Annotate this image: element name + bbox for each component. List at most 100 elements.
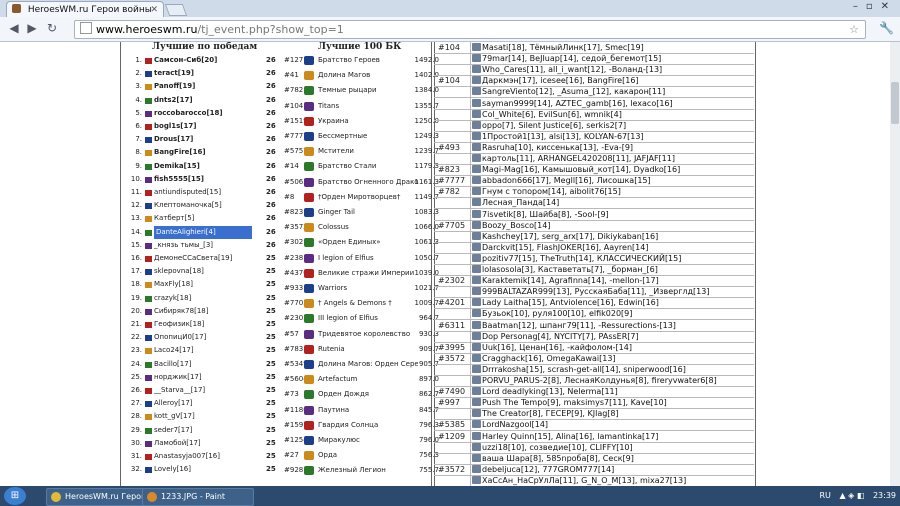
battle-players[interactable]: Lady Laitha[15], Antviolence[16], Edwin[… [470, 297, 756, 308]
clan-id[interactable]: #5757 [284, 145, 320, 158]
clan-id[interactable]: #2303 [284, 312, 320, 325]
clan-name-link[interactable]: Warriors [318, 284, 418, 293]
battle-player-list[interactable]: Drrrakosha[15], scrash-get-all[14], snip… [482, 365, 686, 374]
battle-clan-id[interactable] [434, 363, 471, 375]
clan-name-link[interactable]: «Орден Единых» [318, 238, 418, 247]
reload-icon[interactable]: ↻ [44, 21, 60, 35]
battle-clan-id[interactable]: #1209 [434, 430, 471, 442]
battle-clan-id[interactable]: #2302 [434, 275, 471, 287]
clan-id[interactable]: #5063 [284, 176, 320, 189]
clan-id[interactable]: #7705 [284, 297, 320, 310]
battle-clan-id[interactable] [434, 264, 471, 275]
battle-players[interactable]: ХаСсАн_НаСрУлЛа[11], G_N_O_M[13], mixa27… [470, 475, 756, 486]
battle-clan-id[interactable] [434, 474, 471, 486]
clan-name-link[interactable]: Titans [318, 102, 418, 111]
battle-player-list[interactable]: Бузьок[10], руля100[10], elfik020[9] [482, 309, 632, 318]
clan-id[interactable]: #1597 [284, 419, 320, 432]
battle-players[interactable]: LordNazgool[14] [470, 419, 756, 430]
battle-player-list[interactable]: картоль[11], ARHANGEL420208[11], JAFJAF[… [482, 154, 675, 163]
clan-name-link[interactable]: Бессмертные [318, 132, 418, 141]
clan-id[interactable]: #7777 [284, 130, 320, 143]
battle-player-list[interactable]: pozitiv77[15], TheTruth[14], КЛАССИЧЕСКИ… [482, 254, 681, 263]
clan-name-link[interactable]: Братство Героев [318, 56, 418, 65]
clan-id[interactable]: #782 [284, 84, 320, 97]
clan-id[interactable]: #73 [284, 388, 320, 401]
clan-id[interactable]: #1180 [284, 404, 320, 417]
battle-player-list[interactable]: lolasosola[3], Каставетать[7], _борман_[… [482, 265, 658, 274]
clan-id[interactable]: #27 [284, 449, 320, 462]
battle-clan-id[interactable]: #3572 [434, 352, 471, 364]
clan-name-link[interactable]: III legion of Elfius [318, 314, 418, 323]
clan-id[interactable]: #1519 [284, 115, 320, 128]
battle-player-list[interactable]: sayman9999[14], AZTEC_gamb[16], lexaco[1… [482, 99, 673, 108]
clan-id[interactable]: #41 [284, 69, 320, 82]
battle-player-list[interactable]: 1Простой1[13], alsi[13], KOLYAN-67[13] [482, 132, 644, 141]
battle-players[interactable]: Masati[18], ТёмныйЛинк[17], Smec[19] [470, 42, 756, 53]
battle-players[interactable]: pozitiv77[15], TheTruth[14], КЛАССИЧЕСКИ… [470, 253, 756, 264]
battle-player-list[interactable]: ХаСсАн_НаСрУлЛа[11], G_N_O_M[13], mixa27… [482, 476, 686, 485]
battle-player-list[interactable]: Lady Laitha[15], Antviolence[16], Edwin[… [482, 298, 659, 307]
clan-name-link[interactable]: Братство Огненного Дракона [318, 178, 418, 187]
battle-clan-id[interactable] [434, 375, 471, 386]
battle-player-list[interactable]: LordNazgool[14] [482, 420, 548, 429]
browser-tab[interactable]: HeroesWM.ru Герои войны ✕ [6, 1, 164, 18]
battle-player-list[interactable]: Rasruha[10], киссенька[13], -Eva-[9] [482, 143, 633, 152]
clan-name-link[interactable]: Долина Магов: Орден Серебряного Василиск… [318, 360, 418, 369]
battle-clan-id[interactable] [434, 252, 471, 264]
clan-id[interactable]: #8 [284, 191, 320, 204]
battle-players[interactable]: картоль[11], ARHANGEL420208[11], JAFJAF[… [470, 153, 756, 164]
clan-id[interactable]: #104 [284, 100, 320, 113]
battle-player-list[interactable]: ваша Шара[8], 585npoба[8], Сеск[9] [482, 454, 634, 463]
clan-id[interactable]: #783 [284, 343, 320, 356]
battle-players[interactable]: Гнум с топором[14], aibolit76[15] [470, 186, 756, 197]
battle-players[interactable]: Karaktemik[14], Agrafinna[14], -mellon-[… [470, 275, 756, 286]
battle-clan-id[interactable] [434, 197, 471, 209]
battle-player-list[interactable]: abbadon666[17], Megll[16], Лисошка[15] [482, 176, 651, 185]
battle-players[interactable]: 7isvetik[8], Шайба[8], -Sool-[9] [470, 209, 756, 220]
battle-clan-id[interactable]: #823 [434, 164, 471, 176]
battle-clan-id[interactable] [434, 86, 471, 98]
battle-players[interactable]: Magi-Mag[16], Камышовый_кот[14], Dyadko[… [470, 164, 756, 175]
battle-players[interactable]: Rasruha[10], киссенька[13], -Eva-[9] [470, 142, 756, 153]
battle-players[interactable]: Baatman[12], шпанг79[11], -Ressurections… [470, 320, 756, 331]
battle-player-list[interactable]: Col_White[6], EvilSun[6], wmnik[4] [482, 110, 622, 119]
wrench-menu-icon[interactable]: 🔧 [879, 21, 894, 35]
battle-players[interactable]: abbadon666[17], Megll[16], Лисошка[15] [470, 175, 756, 186]
battle-player-list[interactable]: Masati[18], ТёмныйЛинк[17], Smec[19] [482, 43, 644, 52]
battle-player-list[interactable]: Uuk[16], Ценан[16], -кайфолом-[14] [482, 343, 632, 352]
battle-players[interactable]: PORVU_PARUS-2[8], ЛеснаяКолдунья[8], fir… [470, 375, 756, 386]
battle-player-list[interactable]: Гнум с топором[14], aibolit76[15] [482, 187, 621, 196]
scrollbar-thumb[interactable] [891, 82, 899, 124]
battle-players[interactable]: lolasosola[3], Каставетать[7], _борман_[… [470, 264, 756, 275]
battle-player-list[interactable]: Лесная_Панда[14] [482, 198, 559, 207]
battle-clan-id[interactable] [434, 330, 471, 342]
battle-player-list[interactable]: 7isvetik[8], Шайба[8], -Sool-[9] [482, 210, 609, 219]
battle-clan-id[interactable]: #3572 [434, 463, 471, 475]
battle-players[interactable]: Cragghack[16], OmegaKawai[13] [470, 353, 756, 364]
clan-name-link[interactable]: Железный Легион [318, 466, 418, 475]
battle-clan-id[interactable]: #493 [434, 141, 471, 153]
battle-clan-id[interactable]: #782 [434, 186, 471, 198]
battle-players[interactable]: Harley Quinn[15], Alina[16], lamantinka[… [470, 431, 756, 442]
battle-players[interactable]: Kashchey[17], serg_arx[17], Dikiykaban[1… [470, 231, 756, 242]
battle-players[interactable]: Даркмэн[17], icesee[16], BangFire[16] [470, 75, 756, 86]
bookmark-star-icon[interactable]: ☆ [849, 21, 859, 38]
clan-id[interactable]: #5604 [284, 373, 320, 386]
battle-clan-id[interactable]: #5385 [434, 419, 471, 431]
battle-clan-id[interactable] [434, 97, 471, 109]
clan-id[interactable]: #1254 [284, 434, 320, 447]
clan-name-link[interactable]: Долина Магов [318, 71, 418, 80]
battle-player-list[interactable]: SangreViento[12], _Asuma_[12], какарон[1… [482, 87, 665, 96]
battle-player-list[interactable]: oppo[7], Silent Justice[6], serkis2[7] [482, 121, 626, 130]
battle-player-list[interactable]: Push The Tempo[9], maksimys7[11], Kave[1… [482, 398, 667, 407]
start-button[interactable]: ⊞ [4, 487, 26, 505]
battle-players[interactable]: Who_Cares[11], all_i_want[12], -Воланд-[… [470, 64, 756, 75]
taskbar-paint-button[interactable]: 1233.JPG - Paint [142, 488, 254, 506]
battle-players[interactable]: Boozy_Bosco[14] [470, 220, 756, 231]
clan-name-link[interactable]: Темные рыцари [318, 86, 418, 95]
battle-players[interactable]: Лесная_Панда[14] [470, 197, 756, 208]
language-indicator[interactable]: RU [819, 491, 830, 500]
address-bar[interactable]: www.heroeswm.ru/tj_event.php?show_top=1 … [74, 20, 866, 39]
battle-players[interactable]: ваша Шара[8], 585npoба[8], Сеск[9] [470, 453, 756, 464]
battle-player-list[interactable]: 999BALTAZAR999[13], РусскаяБаба[11], _Из… [482, 287, 709, 296]
